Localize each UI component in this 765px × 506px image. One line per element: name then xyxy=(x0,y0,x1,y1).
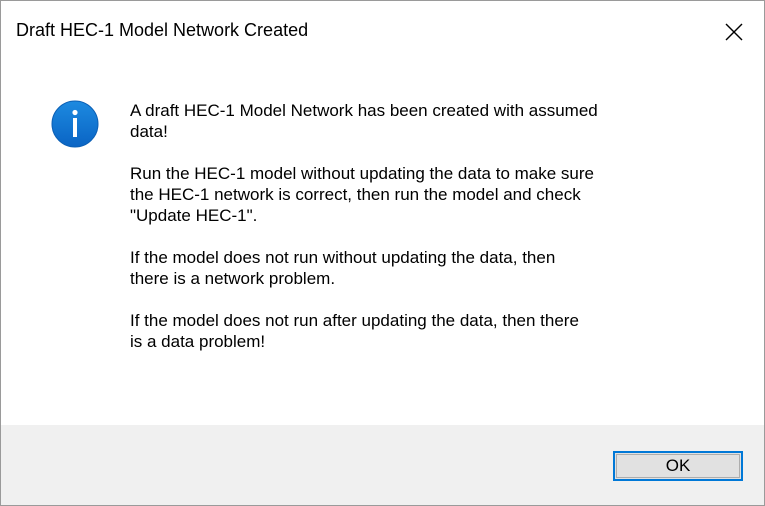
button-bar: OK xyxy=(1,425,764,505)
close-button[interactable] xyxy=(704,1,764,63)
info-icon xyxy=(51,100,99,148)
message-paragraph: A draft HEC-1 Model Network has been cre… xyxy=(130,101,598,141)
message-paragraph: If the model does not run without updati… xyxy=(130,248,556,288)
message-paragraph: If the model does not run after updating… xyxy=(130,311,579,351)
title-bar: Draft HEC-1 Model Network Created xyxy=(1,1,764,63)
ok-button-label: OK xyxy=(665,456,691,475)
message-paragraph: Run the HEC-1 model without updating the… xyxy=(130,164,594,225)
close-icon xyxy=(725,23,743,41)
dialog-content: A draft HEC-1 Model Network has been cre… xyxy=(1,63,764,423)
message-dialog: Draft HEC-1 Model Network Created A draf… xyxy=(0,0,765,506)
message-text: A draft HEC-1 Model Network has been cre… xyxy=(130,100,730,373)
dialog-title: Draft HEC-1 Model Network Created xyxy=(16,20,309,40)
ok-button[interactable]: OK xyxy=(613,451,743,481)
